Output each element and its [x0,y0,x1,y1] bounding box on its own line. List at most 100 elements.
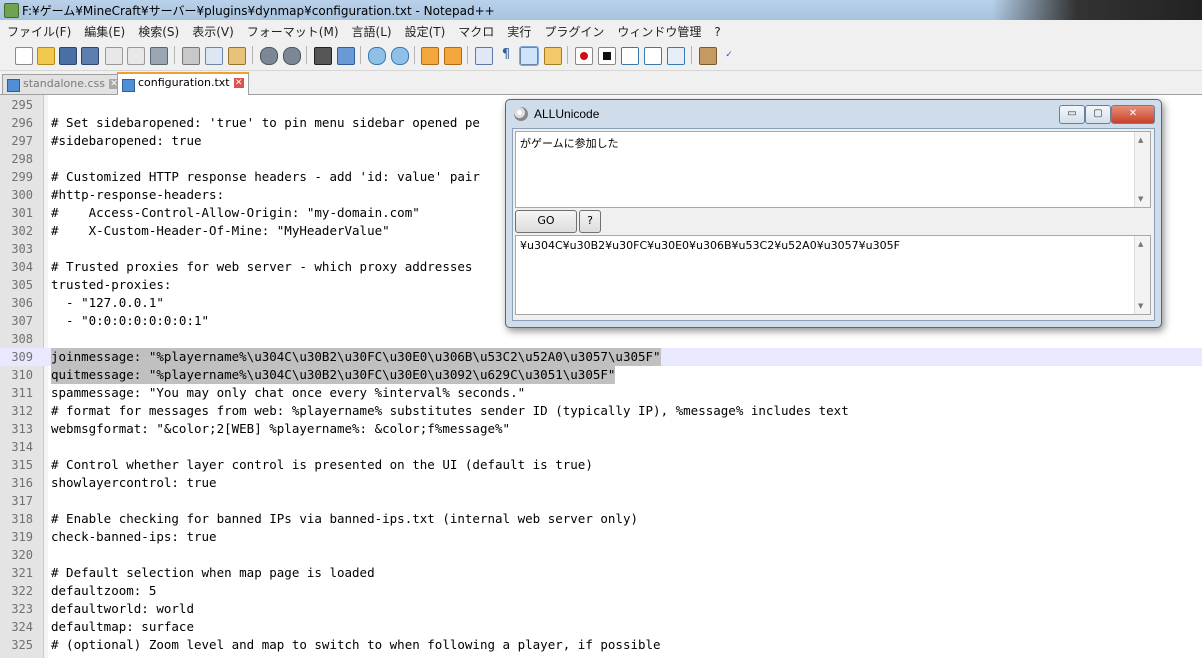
close-button[interactable]: ✕ [1111,105,1155,124]
minimize-button[interactable]: ▭ [1059,105,1085,124]
word-wrap-icon[interactable] [475,47,493,65]
scroll-up-icon[interactable]: ▲ [1138,240,1143,248]
code-line: 317 [0,492,1202,510]
line-text: # Customized HTTP response headers - add… [51,169,480,184]
line-text: #http-response-headers: [51,187,225,202]
find-icon[interactable] [314,47,332,65]
code-line: 319 check-banned-ips: true [0,528,1202,546]
output-textarea[interactable]: ¥u304C¥u30B2¥u30FC¥u30E0¥u306B¥u53C2¥u52… [515,235,1151,315]
paste-icon[interactable] [228,47,246,65]
line-text: showlayercontrol: true [51,475,217,490]
app-icon [514,107,528,121]
menu-plugins[interactable]: プラグイン [537,20,610,40]
line-number: 315 [11,458,33,472]
line-number: 318 [11,512,33,526]
menu-macro[interactable]: マクロ [451,20,500,40]
menu-format[interactable]: フォーマット(M) [240,20,345,40]
close-icon[interactable] [105,47,123,65]
menu-view[interactable]: 表示(V) [185,20,240,40]
redo-icon[interactable] [283,47,301,65]
line-text: - "127.0.0.1" [51,295,164,310]
scroll-down-icon[interactable]: ▼ [1138,302,1143,310]
line-number: 324 [11,620,33,634]
undo-icon[interactable] [260,47,278,65]
toolbar: ¶ ✓ [0,42,1202,71]
code-line-selected: 310 quitmessage: "%playername%\u304C\u30B… [0,366,1202,384]
file-icon [122,79,135,92]
save-all-icon[interactable] [81,47,99,65]
line-text: # (optional) Zoom level and map to switc… [51,637,661,652]
help-button[interactable]: ? [579,210,601,233]
go-button[interactable]: GO [515,210,577,233]
stop-macro-icon[interactable] [598,47,616,65]
zoom-in-icon[interactable] [368,47,386,65]
line-text: # Default selection when map page is loa… [51,565,375,580]
abc-check-icon[interactable]: ✓ [721,47,737,63]
zoom-out-icon[interactable] [391,47,409,65]
output-scrollbar[interactable]: ▲ ▼ [1134,236,1150,314]
replace-icon[interactable] [337,47,355,65]
copy-icon[interactable] [205,47,223,65]
indent-guide-icon[interactable] [519,46,539,66]
toolbar-separator [174,46,175,64]
file-icon [7,79,20,92]
toolbar-separator [252,46,253,64]
sync-horizontal-icon[interactable] [444,47,462,65]
save-macro-icon[interactable] [667,47,685,65]
line-text: # Enable checking for banned IPs via ban… [51,511,638,526]
line-number: 314 [11,440,33,454]
tab-standalone-css[interactable]: standalone.css ✕ [2,74,125,94]
record-macro-icon[interactable] [575,47,593,65]
scroll-down-icon[interactable]: ▼ [1138,195,1143,203]
line-number: 319 [11,530,33,544]
dialog-body: がゲームに参加した ▲ ▼ GO ? ¥u304C¥u30B2¥u30FC¥u3… [512,128,1155,321]
line-text: quitmessage: "%playername%\u304C\u30B2\u… [51,366,616,384]
line-text: defaultworld: world [51,601,194,616]
window-title-bar[interactable]: F:¥ゲーム¥MineCraft¥サーバー¥plugins¥dynmap¥con… [0,0,1202,20]
line-number: 300 [11,188,33,202]
code-line: 316 showlayercontrol: true [0,474,1202,492]
line-number: 302 [11,224,33,238]
line-text: # X-Custom-Header-Of-Mine: "MyHeaderValu… [51,223,390,238]
close-all-icon[interactable] [127,47,145,65]
run-macro-multiple-icon[interactable] [644,47,662,65]
code-line: 323 defaultworld: world [0,600,1202,618]
cut-icon[interactable] [182,47,200,65]
menu-edit[interactable]: 編集(E) [77,20,131,40]
line-number: 301 [11,206,33,220]
print-icon[interactable] [150,47,168,65]
show-all-chars-icon[interactable]: ¶ [498,47,514,63]
tab-configuration-txt[interactable]: configuration.txt ✕ [117,72,249,96]
input-scrollbar[interactable]: ▲ ▼ [1134,132,1150,207]
doc-map-icon[interactable] [544,47,562,65]
document-tab-bar: standalone.css ✕ configuration.txt ✕ [0,71,1202,96]
sync-vertical-icon[interactable] [421,47,439,65]
menu-run[interactable]: 実行 [500,20,537,40]
line-text: webmsgformat: "&color;2[WEB] %playername… [51,421,511,436]
menu-language[interactable]: 言語(L) [345,20,398,40]
dialog-title-bar[interactable]: ALLUnicode ▭ ▢ ✕ [514,105,1155,124]
line-number: 308 [11,332,33,346]
input-text: がゲームに参加した [520,137,619,150]
code-line: 325 # (optional) Zoom level and map to sw… [0,636,1202,654]
menu-window[interactable]: ウィンドウ管理 [610,20,707,40]
play-macro-icon[interactable] [621,47,639,65]
open-file-icon[interactable] [37,47,55,65]
menu-help[interactable]: ? [707,22,726,39]
menu-search[interactable]: 検索(S) [131,20,185,40]
line-text: # Control whether layer control is prese… [51,457,593,472]
code-line: 313 webmsgformat: "&color;2[WEB] %playern… [0,420,1202,438]
new-file-icon[interactable] [15,47,33,65]
menu-settings[interactable]: 設定(T) [398,20,452,40]
save-icon[interactable] [59,47,77,65]
code-line: 311 spammessage: "You may only chat once … [0,384,1202,402]
scroll-up-icon[interactable]: ▲ [1138,136,1143,144]
line-number: 316 [11,476,33,490]
tab-close-icon[interactable]: ✕ [233,78,244,88]
input-textarea[interactable]: がゲームに参加した ▲ ▼ [515,131,1151,208]
menu-file[interactable]: ファイル(F) [0,20,77,40]
tab-label: configuration.txt [138,76,230,89]
spell-check-icon[interactable] [699,47,717,65]
maximize-button[interactable]: ▢ [1085,105,1111,124]
line-text: # Set sidebaropened: 'true' to pin menu … [51,115,480,130]
